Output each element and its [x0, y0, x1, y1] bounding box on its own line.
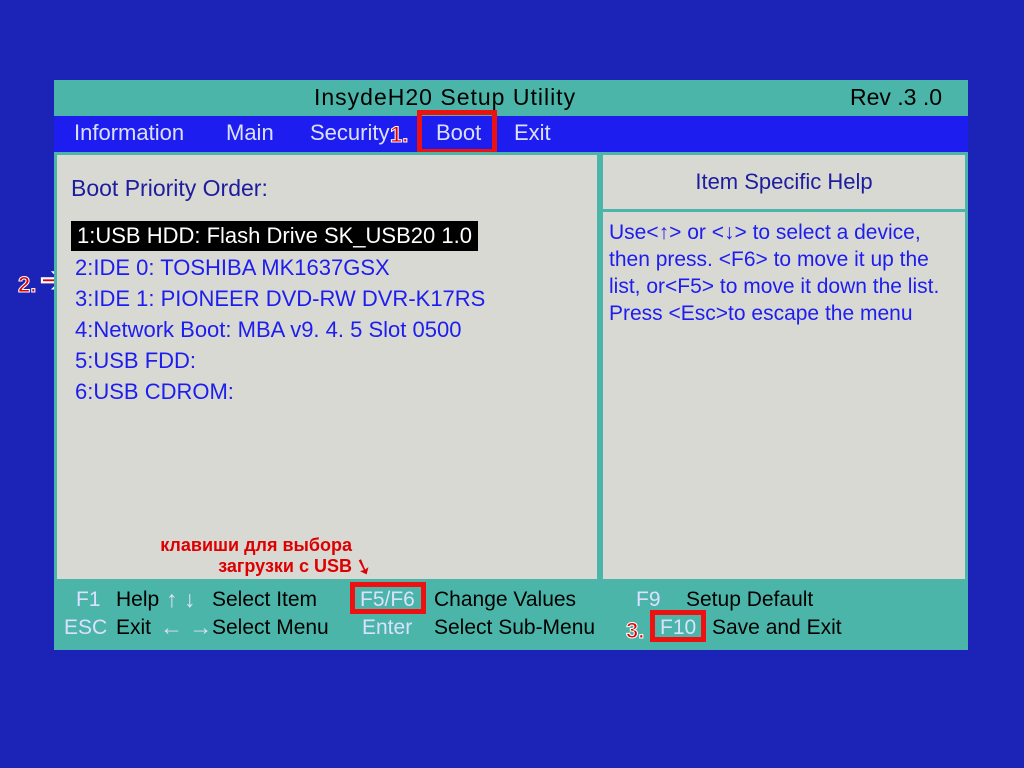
boot-priority-heading: Boot Priority Order: — [71, 175, 587, 202]
label-exit: Exit — [116, 616, 151, 640]
help-pane: Item Specific Help Use<↑> or <↓> to sele… — [600, 152, 968, 582]
title-bar: InsydeH20 Setup Utility Rev .3 .0 — [54, 80, 968, 116]
annotation-usb-hint: клавиши для выбора загрузки с USB — [132, 535, 352, 578]
key-f1: F1 — [76, 588, 101, 611]
label-select-submenu: Select Sub-Menu — [434, 616, 595, 640]
annotation-number-2: 2. — [18, 272, 36, 298]
key-f5f6: F5/F6 — [360, 588, 415, 612]
key-f10: F10 — [660, 616, 696, 640]
key-esc: ESC — [64, 616, 107, 640]
boot-item-6[interactable]: 6:USB CDROM: — [71, 377, 587, 407]
label-help: Help — [116, 588, 159, 612]
label-select-menu: Select Menu — [212, 616, 329, 640]
boot-priority-pane: Boot Priority Order: 1:USB HDD: Flash Dr… — [54, 152, 600, 582]
label-setup-default: Setup Default — [686, 588, 813, 612]
boot-item-1[interactable]: 1:USB HDD: Flash Drive SK_USB20 1.0 — [71, 221, 478, 251]
boot-item-2[interactable]: 2:IDE 0: TOSHIBA MK1637GSX — [71, 253, 587, 283]
key-enter: Enter — [362, 616, 412, 640]
help-header: Item Specific Help — [603, 155, 965, 212]
label-save-exit: Save and Exit — [712, 616, 842, 640]
arrows-leftright-icon: ← → — [160, 614, 212, 641]
boot-item-3[interactable]: 3:IDE 1: PIONEER DVD-RW DVR-K17RS — [71, 284, 587, 314]
label-change-values: Change Values — [434, 588, 576, 612]
menu-main[interactable]: Main — [226, 120, 274, 146]
label-select-item: Select Item — [212, 588, 317, 612]
menu-information[interactable]: Information — [74, 120, 184, 146]
boot-item-4[interactable]: 4:Network Boot: MBA v9. 4. 5 Slot 0500 — [71, 315, 587, 345]
annotation-number-3: 3. — [626, 618, 644, 644]
content-area: Boot Priority Order: 1:USB HDD: Flash Dr… — [54, 152, 968, 582]
menu-exit[interactable]: Exit — [514, 120, 551, 146]
menu-bar: Information Main Security Boot Exit 1. — [54, 116, 968, 152]
title-text: InsydeH20 Setup Utility — [314, 84, 576, 111]
help-body: Use<↑> or <↓> to select a device, then p… — [603, 212, 965, 336]
key-f9: F9 — [636, 588, 661, 612]
footer-legend: F1 Help ↑ ↓ Select Item F5/F6 Change Val… — [54, 582, 968, 650]
menu-boot[interactable]: Boot — [436, 120, 481, 146]
title-revision: Rev .3 .0 — [850, 84, 942, 111]
bios-window: InsydeH20 Setup Utility Rev .3 .0 Inform… — [54, 80, 968, 650]
boot-item-5[interactable]: 5:USB FDD: — [71, 346, 587, 376]
annotation-number-1: 1. — [390, 122, 408, 148]
arrows-updown-icon: ↑ ↓ — [166, 586, 195, 613]
menu-security[interactable]: Security — [310, 120, 389, 146]
